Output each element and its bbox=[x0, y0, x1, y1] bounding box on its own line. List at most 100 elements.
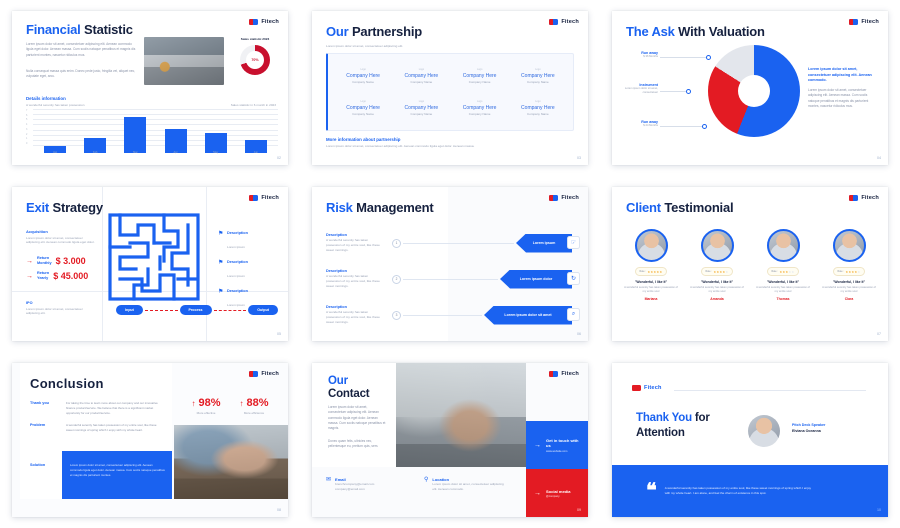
slide-risk-management[interactable]: Fitech Risk Management Description A wond… bbox=[312, 187, 588, 341]
brand-logo: Fitech bbox=[249, 195, 279, 201]
partner-card[interactable]: Logo Company Here Company Name bbox=[392, 60, 450, 92]
brand-name: Fitech bbox=[261, 195, 279, 201]
slide8-cta-get-in-touch[interactable]: → Get in touch with us www.website.com bbox=[526, 421, 588, 469]
partner-card[interactable]: Logo Company Here Company Name bbox=[509, 92, 567, 124]
slide3-callout-2: Instrument Lorem ipsum dolor sit amet, c… bbox=[616, 83, 658, 95]
fitech-mark-icon bbox=[549, 195, 559, 201]
risk-arrow-bar[interactable]: Lorem ipsum bbox=[516, 233, 572, 253]
fitech-mark-icon bbox=[549, 19, 559, 25]
rating-badge: Rate : ★★★★★ bbox=[766, 267, 800, 276]
partner-name: Company Name bbox=[468, 80, 491, 84]
slide3-callout-desc-2: Lorem ipsum dolor sit amet, consectetuer bbox=[624, 87, 658, 95]
slide1-bars bbox=[35, 109, 276, 153]
slide4-divider-right bbox=[206, 187, 207, 341]
partner-company: Company Here bbox=[462, 104, 497, 111]
hand-click-icon[interactable]: ☞ bbox=[567, 235, 580, 249]
brand-name: Fitech bbox=[261, 371, 279, 377]
slide-cell-4: Fitech Exit Strategy Acquisition Lorem i… bbox=[0, 176, 300, 352]
slide8-email-block[interactable]: ✉ Email brenchcompany@email.com company@… bbox=[326, 477, 374, 492]
slide-deck-grid: Fitech Financial Statistic Lorem ipsum d… bbox=[0, 0, 900, 528]
slide3-callout-1: Run away $ 36 Months bbox=[618, 51, 658, 59]
slide1-paragraph-1: Lorem ipsum dolor sit amet, consectetuer… bbox=[26, 42, 136, 57]
risk-step-number: 3 bbox=[392, 310, 401, 320]
partner-logo-label: Logo bbox=[535, 68, 541, 71]
slide-our-contact[interactable]: Fitech Our Contact Lorem ipsum dolor sit… bbox=[312, 363, 588, 517]
brand-name: Fitech bbox=[561, 195, 579, 201]
partner-company: Company Here bbox=[346, 72, 380, 79]
partner-name: Company Name bbox=[527, 112, 549, 116]
slide7-rows: Thank you For taking the time to learn mo… bbox=[30, 401, 162, 440]
slide4-flow: Input Process Output bbox=[116, 305, 278, 315]
partner-logo-label: Logo bbox=[418, 100, 425, 103]
slide6-title-blue: Client bbox=[626, 200, 661, 215]
x-tick-label: Mar bbox=[133, 151, 138, 154]
testimonial-card[interactable]: Rate : ★★★★★ "Wonderful, I like it" A wonde… bbox=[622, 229, 680, 301]
slide-client-testimonial[interactable]: Fitech Client Testimonial Rate : ★★★★★ "Wo… bbox=[612, 187, 888, 341]
return-row: → Return Yearly $ 45.000 bbox=[26, 271, 88, 281]
risk-arrow-bar[interactable]: Lorem ipsum dolor bbox=[500, 269, 572, 289]
testimonial-name: Amanda bbox=[710, 297, 724, 302]
partner-company: Company Here bbox=[521, 72, 555, 79]
slide8-location-block[interactable]: ⚲ Location Lorem ipsum dolor sit amet, c… bbox=[424, 477, 506, 492]
rating-badge: Rate : ★★★★★ bbox=[832, 267, 866, 276]
refresh-icon[interactable]: ↻ bbox=[567, 271, 580, 285]
partner-card[interactable]: Logo Company Here Company Name bbox=[334, 60, 392, 92]
partner-card[interactable]: Logo Company Here Company Name bbox=[451, 92, 509, 124]
partner-logo-label: Logo bbox=[476, 100, 483, 103]
slide2-subtitle: Lorem ipsum dolor sit amet, consectetuer… bbox=[326, 44, 404, 48]
search-icon[interactable]: ⌕ bbox=[567, 307, 580, 321]
partner-logo-label: Logo bbox=[418, 68, 425, 71]
partner-name: Company Name bbox=[352, 112, 374, 116]
risk-step-number: 2 bbox=[392, 274, 401, 284]
partner-card[interactable]: Logo Company Here Company Name bbox=[392, 92, 450, 124]
stat-value: 88% bbox=[246, 397, 269, 409]
slide3-callout-dot-1 bbox=[706, 55, 711, 60]
slide-cell-3: Fitech The Ask With Valuation Run away $… bbox=[600, 0, 900, 176]
slide5-page-number: 06 bbox=[577, 332, 581, 336]
slide-exit-strategy[interactable]: Fitech Exit Strategy Acquisition Lorem i… bbox=[12, 187, 288, 341]
slide-the-ask-with-valuation[interactable]: Fitech The Ask With Valuation Run away $… bbox=[612, 11, 888, 165]
slide-conclusion[interactable]: Fitech Conclusion Thank you For taking th… bbox=[12, 363, 288, 517]
risk-item: Description A wonderful serenity has take… bbox=[312, 297, 588, 333]
testimonial-card[interactable]: Rate : ★★★★★ "Wonderful, I like it" A wonde… bbox=[688, 229, 746, 301]
slide8-cta-blue-sub: www.website.com bbox=[546, 449, 568, 453]
partner-card[interactable]: Logo Company Here Company Name bbox=[334, 92, 392, 124]
slide4-ipo-text: Lorem ipsum dolor sit amet, consectetuer… bbox=[26, 306, 83, 316]
brand-logo: Fitech bbox=[549, 19, 579, 25]
slide-our-partnership[interactable]: Fitech Our Partnership Lorem ipsum dolor… bbox=[312, 11, 588, 165]
return-value: $ 3.000 bbox=[55, 256, 86, 266]
brand-logo: Fitech bbox=[249, 19, 279, 25]
slide7-solution-value: Lorem ipsum dolor sit amet, consectetuer… bbox=[70, 463, 165, 477]
slide8-cta-red-sub: @company bbox=[546, 494, 560, 498]
star-icons: ★★★★★ bbox=[779, 269, 795, 274]
slide-financial-statistic[interactable]: Fitech Financial Statistic Lorem ipsum d… bbox=[12, 11, 288, 165]
fitech-mark-icon bbox=[249, 19, 259, 25]
slide8-cta-blue-heading: Get in touch with us bbox=[546, 437, 579, 448]
slide-thank-you[interactable]: Fitech Thank You for Attention Pitch Dec… bbox=[612, 363, 888, 517]
slide9-page-number: 10 bbox=[877, 508, 881, 512]
stat-block: ↑ 98% More effective bbox=[191, 397, 220, 415]
slide9-header-rule bbox=[674, 390, 866, 391]
flow-connector bbox=[144, 309, 178, 311]
testimonial-card[interactable]: Rate : ★★★★★ "Wonderful, I like it" A wonde… bbox=[820, 229, 878, 301]
quote-icon: ❝ bbox=[646, 480, 657, 502]
partner-card[interactable]: Logo Company Here Company Name bbox=[509, 60, 567, 92]
partner-card[interactable]: Logo Company Here Company Name bbox=[451, 60, 509, 92]
conclusion-row: Thank you For taking the time to learn mo… bbox=[30, 401, 162, 416]
brand-name: Fitech bbox=[861, 19, 879, 25]
flow-step-process[interactable]: Process bbox=[179, 305, 212, 315]
testimonial-card[interactable]: Rate : ★★★★★ "Wonderful, I like it" A wonde… bbox=[754, 229, 812, 301]
description-title: Description bbox=[227, 231, 248, 235]
description-text: Lorem ipsum bbox=[227, 245, 245, 249]
slide9-title-for: for bbox=[694, 412, 710, 424]
slide7-solution-key: Solution bbox=[30, 463, 46, 467]
flow-step-output[interactable]: Output bbox=[248, 305, 278, 315]
flow-step-input[interactable]: Input bbox=[116, 305, 143, 315]
slide-cell-5: Fitech Risk Management Description A wond… bbox=[300, 176, 600, 352]
risk-arrow-bar[interactable]: Lorem ipsum dolor sit amet bbox=[484, 305, 572, 325]
testimonial-text: A wonderful serenity has taken possessio… bbox=[822, 286, 876, 294]
slide1-paragraph-2: Nulla consequat massa quis enim. Donec p… bbox=[26, 69, 136, 79]
x-tick-label: May bbox=[213, 151, 219, 154]
slide5-risk-items: Description A wonderful serenity has take… bbox=[312, 225, 588, 333]
slide1-chart-caption: Sales statistic in 6 month in 2023 bbox=[230, 103, 276, 107]
